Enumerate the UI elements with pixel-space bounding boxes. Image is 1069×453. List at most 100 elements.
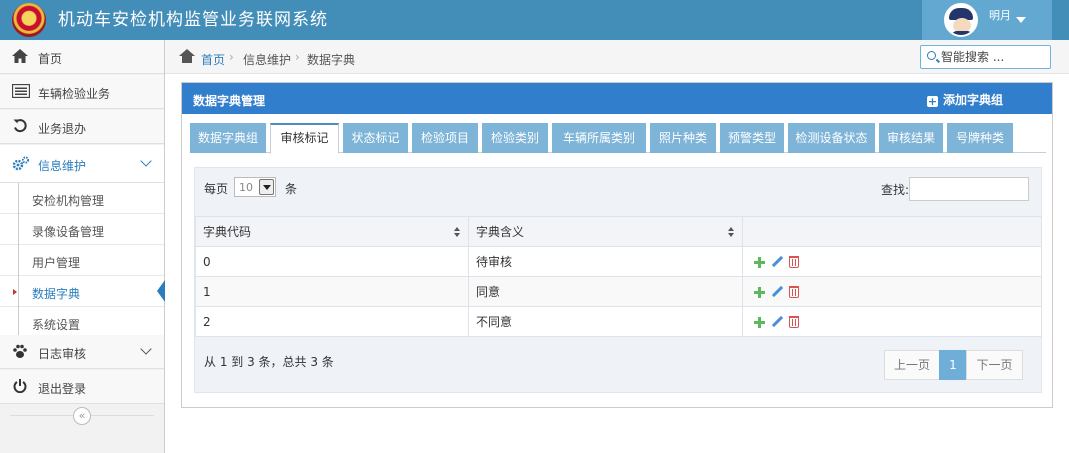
user-menu[interactable]: 明月 [922,0,1052,40]
submenu-item-label: 数据字典 [32,287,81,301]
column-header-code[interactable]: 字典代码 [195,216,469,247]
active-marker-icon [13,289,17,295]
sidebar-item-logout[interactable]: 退出登录 [0,370,164,404]
active-pointer-icon [157,280,165,302]
next-page-button[interactable]: 下一页 [966,350,1023,380]
submenu-guide-line [18,183,19,335]
table-area: 每页 10 条 查找: 字典代码 字典含义 0 待审核 1 同意 2 不同意 从… [194,167,1042,393]
sidebar-item-label: 退出登录 [38,382,87,396]
per-page-value: 10 [239,181,253,194]
add-icon[interactable] [754,316,765,328]
breadcrumb-link-home[interactable]: 首页 [201,51,225,68]
tab-device-status[interactable]: 检测设备状态 [788,123,875,153]
tab-warning-type[interactable]: 预警类型 [720,123,784,153]
sidebar-item-vehicle-inspection[interactable]: 车辆检验业务 [0,75,164,109]
cell-actions [742,306,1042,337]
sidebar-item-label: 信息维护 [38,159,87,173]
sidebar-item-label: 日志审核 [38,347,87,361]
edit-icon[interactable] [771,286,783,298]
add-button-label: 添加字典组 [943,93,1004,107]
tab-vehicle-category[interactable]: 车辆所属类别 [552,123,646,153]
sidebar-item-label: 业务退办 [38,122,87,136]
submenu-info-maintenance: 安检机构管理 录像设备管理 用户管理 数据字典 系统设置 [0,183,165,338]
per-page-unit: 条 [285,182,298,196]
dictionary-panel: 数据字典管理 + 添加字典组 数据字典组 审核标记 状态标记 检验项目 检验类别 … [181,82,1053,408]
table-row: 1 同意 [195,276,1042,307]
home-icon [12,49,28,65]
sort-icon [728,227,734,237]
sidebar-collapse-bar: « [0,404,164,428]
chevron-down-icon [140,155,152,167]
page-button-current[interactable]: 1 [939,350,967,380]
table-row: 0 待审核 [195,246,1042,277]
column-header-actions [742,216,1042,247]
sidebar-item-label: 车辆检验业务 [38,87,111,101]
cell-meaning: 不同意 [468,306,743,337]
search-icon [927,51,936,60]
prev-page-button[interactable]: 上一页 [884,350,940,380]
submenu-item-agency-management[interactable]: 安检机构管理 [0,183,164,214]
panel-header: 数据字典管理 + 添加字典组 [182,83,1052,114]
search-input[interactable] [941,48,1046,66]
breadcrumb-current: 数据字典 [307,53,356,67]
breadcrumb-separator: › [229,50,234,64]
cogs-icon [12,156,30,172]
add-icon[interactable] [754,286,765,298]
dropdown-arrow-icon [259,179,274,195]
cell-actions [742,276,1042,307]
tab-audit-flag[interactable]: 审核标记 [270,123,339,154]
cell-code: 0 [195,246,469,277]
paw-icon [12,344,28,360]
breadcrumb-link-info-maintenance[interactable]: 信息维护 [243,51,291,68]
tab-status-flag[interactable]: 状态标记 [343,123,408,153]
tab-audit-result[interactable]: 审核结果 [879,123,943,153]
tab-inspection-category[interactable]: 检验类别 [482,123,548,153]
submenu-item-system-settings[interactable]: 系统设置 [0,307,164,338]
submenu-item-data-dictionary[interactable]: 数据字典 [0,276,165,307]
collapse-sidebar-icon[interactable]: « [73,407,91,425]
add-icon[interactable] [754,256,765,268]
submenu-item-user-management[interactable]: 用户管理 [0,245,164,276]
submenu-item-video-device-management[interactable]: 录像设备管理 [0,214,164,245]
edit-icon[interactable] [771,316,783,328]
cell-code: 1 [195,276,469,307]
user-name: 明月 [989,9,1011,22]
tab-photo-type[interactable]: 照片种类 [650,123,716,153]
tab-plate-type[interactable]: 号牌种类 [947,123,1013,153]
cell-code: 2 [195,306,469,337]
tab-inspection-item[interactable]: 检验项目 [412,123,478,153]
chevron-down-icon [140,343,152,355]
caret-down-icon [1016,17,1026,23]
submenu-item-label: 安检机构管理 [32,194,105,208]
per-page-label: 每页 [204,182,229,196]
per-page-select[interactable]: 10 [234,177,276,197]
delete-icon[interactable] [789,316,799,328]
table-row: 2 不同意 [195,306,1042,337]
submenu-item-label: 系统设置 [32,318,81,332]
sidebar-item-info-maintenance[interactable]: 信息维护 [0,145,164,183]
breadcrumb: 首页 › 信息维护 › 数据字典 [165,40,1069,74]
column-header-meaning[interactable]: 字典含义 [468,216,743,247]
list-icon [11,83,31,100]
dictionary-table: 字典代码 字典含义 0 待审核 1 同意 2 不同意 [195,216,1042,337]
sidebar-item-business-withdraw[interactable]: 业务退办 [0,110,164,144]
undo-icon [12,119,28,135]
sidebar-item-log-audit[interactable]: 日志审核 [0,335,164,369]
cell-actions [742,246,1042,277]
sidebar-item-home[interactable]: 首页 [0,40,164,74]
add-dictionary-group-button[interactable]: + 添加字典组 [927,91,1003,107]
home-icon[interactable] [179,49,195,63]
dictionary-tabs: 数据字典组 审核标记 状态标记 检验项目 检验类别 车辆所属类别 照片种类 预警… [190,122,1046,154]
delete-icon[interactable] [789,256,799,268]
avatar [944,3,978,37]
sort-icon [454,227,460,237]
find-input[interactable] [909,177,1029,201]
table-summary: 从 1 到 3 条，总共 3 条 [204,355,334,369]
edit-icon[interactable] [771,256,783,268]
tab-dictionary-group[interactable]: 数据字典组 [190,123,266,153]
app-title: 机动车安检机构监管业务联网系统 [58,10,328,30]
smart-search[interactable] [920,45,1051,69]
plus-square-icon: + [927,95,938,108]
sidebar-item-label: 首页 [38,52,63,66]
delete-icon[interactable] [789,286,799,298]
